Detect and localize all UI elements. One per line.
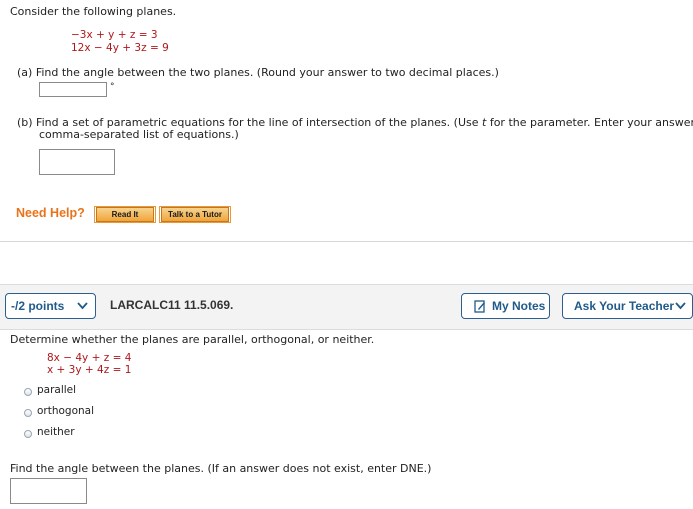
q1-part-b-text-post: for the parameter. Enter your answers as… [489, 116, 693, 129]
need-help-label: Need Help? [16, 206, 85, 220]
radio-parallel[interactable] [24, 388, 32, 396]
problem-id: LARCALC11 11.5.069. [110, 298, 234, 312]
ask-teacher-label: Ask Your Teacher [574, 299, 675, 313]
q2-equation-1: 8x − 4y + z = 4 [47, 352, 132, 364]
option-neither-label: neither [37, 426, 75, 438]
q2-prompt: Determine whether the planes are paralle… [10, 333, 375, 346]
note-icon [474, 300, 485, 313]
radio-neither[interactable] [24, 430, 32, 438]
q1-equation-1: −3x + y + z = 3 [71, 29, 158, 41]
chevron-down-icon [77, 302, 88, 310]
q1-part-a-text: (a) Find the angle between the two plane… [17, 66, 499, 79]
q2-angle-input[interactable] [10, 478, 87, 504]
q1-intro: Consider the following planes. [10, 5, 177, 18]
read-it-button[interactable]: Read It [96, 207, 154, 222]
section-divider [0, 241, 693, 242]
points-dropdown[interactable]: -/2 points [5, 293, 96, 319]
q2-equation-2: x + 3y + 4z = 1 [47, 364, 132, 376]
points-label: -/2 points [11, 299, 65, 313]
degree-symbol: ° [110, 82, 115, 92]
ask-teacher-button[interactable]: Ask Your Teacher [562, 293, 693, 319]
option-parallel-label: parallel [37, 384, 77, 396]
radio-orthogonal[interactable] [24, 409, 32, 417]
my-notes-label: My Notes [492, 299, 546, 313]
q1-part-b-text-line2: comma-separated list of equations.) [39, 128, 239, 141]
q1-equation-2: 12x − 4y + 3z = 9 [71, 42, 169, 54]
talk-to-tutor-button[interactable]: Talk to a Tutor [161, 207, 229, 222]
q2-angle-prompt: Find the angle between the planes. (If a… [10, 462, 432, 475]
option-orthogonal-label: orthogonal [37, 405, 95, 417]
q1-parametric-input[interactable] [39, 149, 115, 175]
chevron-down-icon [675, 302, 686, 310]
my-notes-button[interactable]: My Notes [461, 293, 550, 319]
q1-angle-input[interactable] [39, 82, 107, 97]
